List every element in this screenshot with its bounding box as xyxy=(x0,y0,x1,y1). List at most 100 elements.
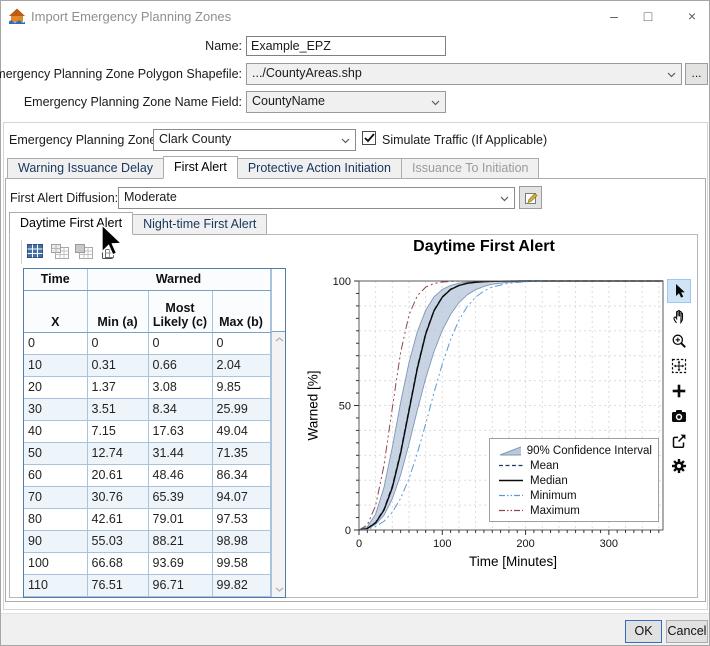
table-cell[interactable]: 9.85 xyxy=(212,376,271,399)
ok-button[interactable]: OK xyxy=(625,620,662,643)
table-cell[interactable]: 3.51 xyxy=(87,398,149,421)
title-bar[interactable]: Import Emergency Planning Zones – □ × xyxy=(1,1,709,31)
scroll-up-icon[interactable] xyxy=(272,332,287,347)
scroll-down-icon[interactable] xyxy=(272,582,287,597)
table-cell[interactable]: 65.39 xyxy=(148,486,213,509)
table-cell[interactable]: 94.07 xyxy=(212,486,271,509)
table-scrollbar[interactable] xyxy=(270,269,287,597)
table-cell[interactable]: 31.44 xyxy=(148,442,213,465)
table-cell[interactable]: 0 xyxy=(148,332,213,355)
name-field-combobox[interactable]: CountyName xyxy=(246,91,446,113)
table-cell[interactable]: 70 xyxy=(24,486,88,509)
table-cell[interactable]: 100 xyxy=(24,552,88,575)
copy-table-icon xyxy=(75,244,95,262)
table-cell[interactable]: 20 xyxy=(24,376,88,399)
table-row: 80 42.61 79.01 97.53 xyxy=(24,508,271,531)
x-axis-label: Time [Minutes] xyxy=(468,554,558,569)
table-cell[interactable]: 7.15 xyxy=(87,420,149,443)
daytime-first-alert-chart: Daytime First Alert 0 100 200 300 0 50 100 Tim… xyxy=(301,238,667,594)
table-cell[interactable]: 93.69 xyxy=(148,552,213,575)
table-cell[interactable]: 99.82 xyxy=(212,574,271,598)
table-cell[interactable]: 0.66 xyxy=(148,354,213,377)
table-cell[interactable]: 40 xyxy=(24,420,88,443)
svg-text:100: 100 xyxy=(333,276,351,288)
table-cell[interactable]: 88.21 xyxy=(148,530,213,553)
name-field-label: Emergency Planning Zone Name Field: xyxy=(23,95,242,109)
table-cell[interactable]: 80 xyxy=(24,508,88,531)
diffusion-combobox[interactable]: Moderate xyxy=(118,187,515,209)
table-row: 10 0.31 0.66 2.04 xyxy=(24,354,271,377)
pointer-icon[interactable] xyxy=(667,279,691,303)
name-input[interactable]: Example_EPZ xyxy=(246,36,446,56)
table-cell[interactable]: 0 xyxy=(24,332,88,355)
table-cell[interactable]: 110 xyxy=(24,574,88,598)
table-cell[interactable]: 76.51 xyxy=(87,574,149,598)
table-cell[interactable]: 49.04 xyxy=(212,420,271,443)
table-cell[interactable]: 96.71 xyxy=(148,574,213,598)
table-cell[interactable]: 98.98 xyxy=(212,530,271,553)
column-header-max: Max (b) xyxy=(212,290,271,333)
export-icon[interactable] xyxy=(667,429,691,453)
table-cell[interactable]: 97.53 xyxy=(212,508,271,531)
table-row: 40 7.15 17.63 49.04 xyxy=(24,420,271,443)
pan-hand-icon[interactable] xyxy=(667,304,691,328)
tab-protective-action-initiation[interactable]: Protective Action Initiation xyxy=(236,158,402,179)
insert-table-icon xyxy=(51,244,71,262)
close-icon[interactable]: × xyxy=(675,1,709,31)
minimize-icon[interactable]: – xyxy=(597,1,631,31)
camera-icon[interactable] xyxy=(667,404,691,428)
svg-text:300: 300 xyxy=(600,538,618,550)
simulate-traffic-checkbox[interactable] xyxy=(362,131,376,145)
table-cell[interactable]: 8.34 xyxy=(148,398,213,421)
table-cell[interactable]: 0 xyxy=(212,332,271,355)
column-header-min: Min (a) xyxy=(87,290,149,333)
table-cell[interactable]: 50 xyxy=(24,442,88,465)
settings-gear-icon[interactable] xyxy=(667,454,691,478)
name-label: Name: xyxy=(205,39,242,53)
table-row: 30 3.51 8.34 25.99 xyxy=(24,398,271,421)
table-cell[interactable]: 10 xyxy=(24,354,88,377)
legend-item-median: Median xyxy=(498,473,652,488)
tab-warning-issuance-delay[interactable]: Warning Issuance Delay xyxy=(7,158,165,179)
table-cell[interactable]: 71.35 xyxy=(212,442,271,465)
subtab-nighttime-first-alert[interactable]: Night-time First Alert xyxy=(132,214,268,235)
table-cell[interactable]: 0.31 xyxy=(87,354,149,377)
table-cell[interactable]: 60 xyxy=(24,464,88,487)
chevron-down-icon xyxy=(667,72,676,78)
table-cell[interactable]: 90 xyxy=(24,530,88,553)
simulate-traffic-label: Simulate Traffic (If Applicable) xyxy=(382,133,548,147)
table-cell[interactable]: 86.34 xyxy=(212,464,271,487)
shapefile-combobox[interactable]: .../CountyAreas.shp xyxy=(246,63,682,85)
table-cell[interactable]: 1.37 xyxy=(87,376,149,399)
fit-extents-icon[interactable] xyxy=(667,354,691,378)
zoom-in-icon[interactable] xyxy=(667,329,691,353)
table-cell[interactable]: 66.68 xyxy=(87,552,149,575)
crosshair-plus-icon[interactable] xyxy=(667,379,691,403)
column-header-most-likely: Most Likely (c) xyxy=(148,290,213,333)
table-cell[interactable]: 20.61 xyxy=(87,464,149,487)
table-cell[interactable]: 2.04 xyxy=(212,354,271,377)
edit-diffusion-button[interactable] xyxy=(519,186,542,209)
table-cell[interactable]: 3.08 xyxy=(148,376,213,399)
table-cell[interactable]: 99.58 xyxy=(212,552,271,575)
scrollbar-track[interactable] xyxy=(271,332,287,597)
table-cell[interactable]: 55.03 xyxy=(87,530,149,553)
table-cell[interactable]: 0 xyxy=(87,332,149,355)
maximize-icon[interactable]: □ xyxy=(631,1,665,31)
table-cell[interactable]: 79.01 xyxy=(148,508,213,531)
table-cell[interactable]: 30 xyxy=(24,398,88,421)
table-cell[interactable]: 48.46 xyxy=(148,464,213,487)
table-grid-icon[interactable] xyxy=(27,244,47,262)
table-cell[interactable]: 17.63 xyxy=(148,420,213,443)
browse-button[interactable]: ... xyxy=(685,63,708,85)
diffusion-value: Moderate xyxy=(124,190,177,204)
table-cell[interactable]: 42.61 xyxy=(87,508,149,531)
table-cell[interactable]: 12.74 xyxy=(87,442,149,465)
tab-first-alert[interactable]: First Alert xyxy=(163,156,238,179)
table-cell[interactable]: 30.76 xyxy=(87,486,149,509)
cancel-button[interactable]: Cancel xyxy=(666,620,708,643)
table-cell[interactable]: 25.99 xyxy=(212,398,271,421)
epz-combobox[interactable]: Clark County xyxy=(153,129,356,151)
legend-item-minimum: Minimum xyxy=(498,488,652,503)
mouse-cursor-icon xyxy=(101,223,124,257)
